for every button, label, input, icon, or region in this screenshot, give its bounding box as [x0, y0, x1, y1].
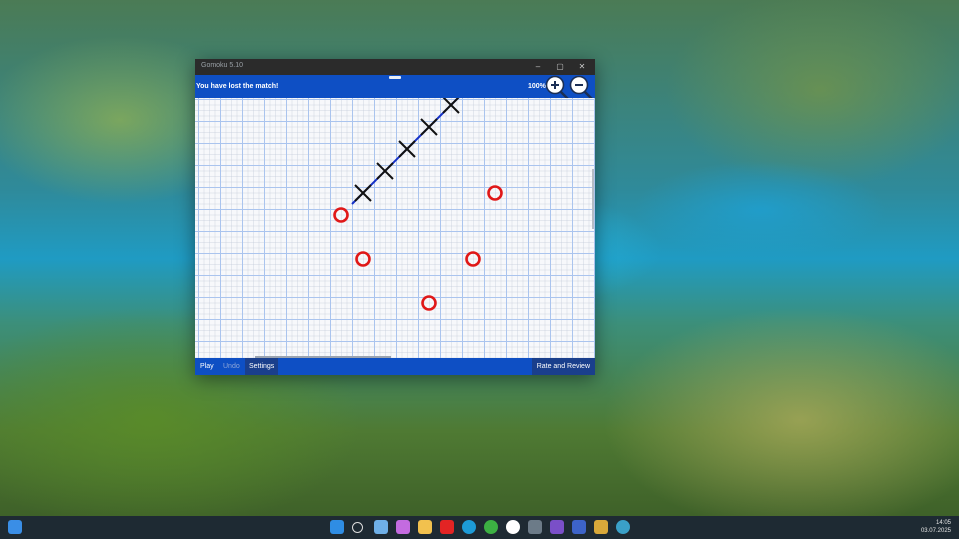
settings-icon[interactable] [528, 520, 542, 534]
close-button[interactable]: ✕ [571, 59, 593, 75]
title-bar[interactable]: Gomoku 5.10 – ▢ ✕ [195, 59, 595, 75]
minimize-button[interactable]: – [527, 59, 549, 75]
search-icon[interactable] [352, 522, 363, 533]
widgets-icon[interactable] [8, 520, 22, 534]
photos-icon[interactable] [594, 520, 608, 534]
o-mark [487, 185, 503, 201]
x-mark [354, 184, 372, 202]
vertical-scrollbar[interactable] [592, 169, 594, 229]
settings-button[interactable]: Settings [245, 358, 279, 375]
x-mark [442, 98, 460, 114]
edge-icon[interactable] [462, 520, 476, 534]
copilot-icon[interactable] [396, 520, 410, 534]
gomoku-window: Gomoku 5.10 – ▢ ✕ You have lost the matc… [195, 59, 595, 375]
clock-date: 03.07.2025 [920, 528, 951, 534]
explorer-icon[interactable] [418, 520, 432, 534]
visual-studio-icon[interactable] [550, 520, 564, 534]
rate-review-button[interactable]: Rate and Review [531, 358, 595, 375]
o-mark [465, 251, 481, 267]
system-clock[interactable]: 14:05 03.07.2025 [921, 519, 951, 535]
youtube-icon[interactable] [440, 520, 454, 534]
drag-handle[interactable] [389, 76, 401, 79]
window-title: Gomoku 5.10 [201, 62, 244, 69]
taskbar: 14:05 03.07.2025 [0, 516, 959, 539]
game-board[interactable] [195, 98, 595, 358]
o-mark [355, 251, 371, 267]
x-mark [398, 140, 416, 158]
start-icon[interactable] [330, 520, 344, 534]
game-status-text: You have lost the match! [196, 83, 279, 90]
save-icon[interactable] [572, 520, 586, 534]
maximize-button[interactable]: ▢ [549, 59, 571, 75]
yandex-icon[interactable] [506, 520, 520, 534]
x-mark [420, 118, 438, 136]
play-button[interactable]: Play [196, 358, 218, 375]
browser-icon[interactable] [616, 520, 630, 534]
o-mark [421, 295, 437, 311]
bottom-bar: Play Undo Settings Rate and Review [195, 358, 595, 375]
undo-button[interactable]: Undo [219, 358, 244, 375]
board-pieces [333, 98, 503, 311]
x-mark [376, 162, 394, 180]
o-mark [333, 207, 349, 223]
clock-time: 14:05 [935, 520, 951, 526]
chrome-icon[interactable] [484, 520, 498, 534]
files-icon[interactable] [374, 520, 388, 534]
